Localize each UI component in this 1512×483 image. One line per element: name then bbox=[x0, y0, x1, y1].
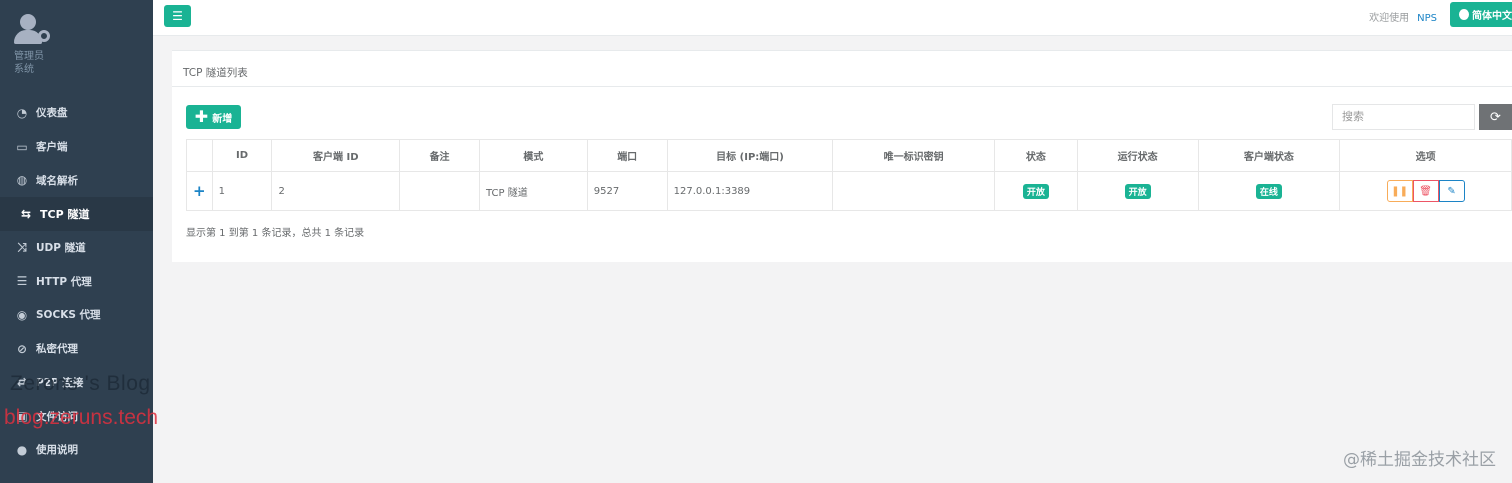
language-button[interactable]: 简体中文 bbox=[1450, 2, 1512, 27]
sidebar-item-label: 使用说明 bbox=[36, 444, 78, 457]
cell-mode: TCP 隧道 bbox=[478, 171, 588, 211]
pause-button[interactable]: ❚❚ bbox=[1386, 180, 1413, 202]
col-header[interactable]: 唯一标识密钥 bbox=[832, 139, 995, 172]
user-gear-icon bbox=[14, 14, 50, 46]
run-status-badge: 开放 bbox=[1124, 183, 1151, 199]
profile: 管理员 系统 bbox=[0, 0, 153, 96]
exchange-icon: ⇆ bbox=[20, 206, 32, 221]
corner-watermark: @稀土掘金技术社区 bbox=[1343, 450, 1496, 470]
edit-icon: ✎ bbox=[1447, 185, 1456, 197]
hamburger-icon: ☰ bbox=[172, 9, 183, 23]
blog-url-watermark: blog.zeruns.tech bbox=[4, 406, 159, 429]
brand-link[interactable]: NPS bbox=[1417, 13, 1437, 24]
cell-options: ❚❚ 🗑 ✎ bbox=[1339, 171, 1512, 211]
tunnel-table: ID 客户端 ID 备注 模式 端口 目标 (IP:端口) 唯一标识密钥 状态 … bbox=[186, 139, 1512, 211]
globe-icon bbox=[1459, 9, 1469, 20]
expand-plus-icon[interactable]: + bbox=[193, 182, 206, 200]
refresh-icon: ⟳ bbox=[1490, 109, 1501, 125]
col-header[interactable]: 运行状态 bbox=[1076, 139, 1199, 172]
sidebar-item-socks[interactable]: ◉ SOCKS 代理 bbox=[0, 298, 153, 332]
col-header[interactable]: ID bbox=[211, 139, 273, 172]
cell-id: 1 bbox=[211, 171, 273, 211]
search-input[interactable]: 搜索 bbox=[1332, 104, 1475, 130]
cell-status: 开放 bbox=[993, 171, 1078, 211]
trash-icon: 🗑 bbox=[1419, 185, 1432, 197]
table-row: + 1 2 TCP 隧道 9527 127.0.0.1:3389 开放 开放 在… bbox=[186, 171, 1512, 211]
sidebar-item-label: 域名解析 bbox=[36, 174, 78, 187]
sidebar-item-udp[interactable]: ⤨ UDP 隧道 bbox=[0, 231, 153, 265]
cell-remark bbox=[399, 171, 480, 211]
welcome-label: 欢迎使用 bbox=[1369, 13, 1410, 24]
plus-icon: ✚ bbox=[194, 107, 209, 126]
col-header[interactable]: 目标 (IP:端口) bbox=[666, 139, 834, 172]
profile-role: 管理员 系统 bbox=[14, 50, 153, 76]
col-header[interactable]: 模式 bbox=[478, 139, 588, 172]
sidebar-item-label: 仪表盘 bbox=[36, 107, 68, 120]
col-header[interactable]: 客户端状态 bbox=[1197, 139, 1341, 172]
pagination-info: 显示第 1 到第 1 条记录，总共 1 条记录 bbox=[186, 228, 365, 239]
language-label: 简体中文 bbox=[1472, 11, 1512, 22]
sidebar-item-clients[interactable]: ▭ 客户端 bbox=[0, 130, 153, 164]
shuffle-icon: ⤨ bbox=[17, 240, 27, 255]
cell-port: 9527 bbox=[586, 171, 668, 211]
cell-key bbox=[832, 171, 995, 211]
cell-run-status: 开放 bbox=[1076, 171, 1199, 211]
desktop-icon: ▭ bbox=[16, 139, 28, 154]
sidebar-item-label: SOCKS 代理 bbox=[36, 309, 101, 322]
cell-client-status: 在线 bbox=[1197, 171, 1341, 211]
status-badge: 开放 bbox=[1022, 183, 1049, 199]
table-header-row: ID 客户端 ID 备注 模式 端口 目标 (IP:端口) 唯一标识密钥 状态 … bbox=[186, 139, 1512, 172]
sidebar-item-dashboard[interactable]: ◔ 仪表盘 bbox=[0, 96, 153, 130]
tunnel-panel: TCP 隧道列表 ✚ 新增 搜索 ⟳ ID 客户端 ID 备注 模式 端口 目标 … bbox=[172, 50, 1512, 262]
sidebar-item-secret[interactable]: ⊘ 私密代理 bbox=[0, 332, 153, 366]
dashboard-icon: ◔ bbox=[16, 105, 28, 120]
cell-client-id: 2 bbox=[271, 171, 401, 211]
lightbulb-icon: ● bbox=[16, 442, 28, 457]
sidebar-item-label: 客户端 bbox=[36, 141, 68, 154]
client-status-badge: 在线 bbox=[1255, 183, 1282, 199]
panel-title: TCP 隧道列表 bbox=[172, 51, 1512, 87]
col-header[interactable]: 端口 bbox=[586, 139, 668, 172]
col-header[interactable]: 状态 bbox=[993, 139, 1078, 172]
welcome-text: 欢迎使用 NPS bbox=[1369, 9, 1437, 24]
sidebar-item-label: UDP 隧道 bbox=[36, 242, 86, 255]
sidebar-item-tcp[interactable]: ⇆ TCP 隧道 bbox=[0, 197, 153, 231]
sidebar-item-label: HTTP 代理 bbox=[36, 275, 92, 288]
globe-icon: ◍ bbox=[16, 173, 28, 188]
role-line2: 系统 bbox=[14, 64, 34, 75]
blog-watermark: Zerons 's Blog bbox=[10, 372, 151, 395]
server-icon: ☰ bbox=[16, 274, 28, 289]
add-label: 新增 bbox=[212, 113, 233, 125]
sidebar-item-domain[interactable]: ◍ 域名解析 bbox=[0, 163, 153, 197]
eye-slash-icon: ⊘ bbox=[16, 341, 28, 356]
topbar: ☰ 欢迎使用 NPS 简体中文 bbox=[153, 0, 1512, 36]
sidebar-item-help[interactable]: ● 使用说明 bbox=[0, 433, 153, 467]
refresh-button[interactable]: ⟳ bbox=[1479, 104, 1512, 130]
row-actions: ❚❚ 🗑 ✎ bbox=[1346, 180, 1505, 202]
sidebar-item-http[interactable]: ☰ HTTP 代理 bbox=[0, 264, 153, 298]
expand-cell[interactable]: + bbox=[186, 171, 213, 211]
col-header[interactable]: 备注 bbox=[399, 139, 480, 172]
add-tunnel-button[interactable]: ✚ 新增 bbox=[186, 105, 241, 129]
pause-icon: ❚❚ bbox=[1391, 185, 1408, 197]
delete-button[interactable]: 🗑 bbox=[1412, 180, 1439, 202]
role-line1: 管理员 bbox=[14, 51, 44, 62]
expand-header bbox=[186, 139, 213, 172]
col-header[interactable]: 客户端 ID bbox=[271, 139, 401, 172]
edit-button[interactable]: ✎ bbox=[1438, 180, 1465, 202]
sidebar-item-label: TCP 隧道 bbox=[40, 207, 90, 221]
cell-target: 127.0.0.1:3389 bbox=[666, 171, 834, 211]
database-icon: ◉ bbox=[16, 307, 28, 322]
menu-toggle-button[interactable]: ☰ bbox=[164, 5, 191, 27]
col-header[interactable]: 选项 bbox=[1339, 139, 1512, 172]
sidebar-item-label: 私密代理 bbox=[36, 343, 78, 356]
